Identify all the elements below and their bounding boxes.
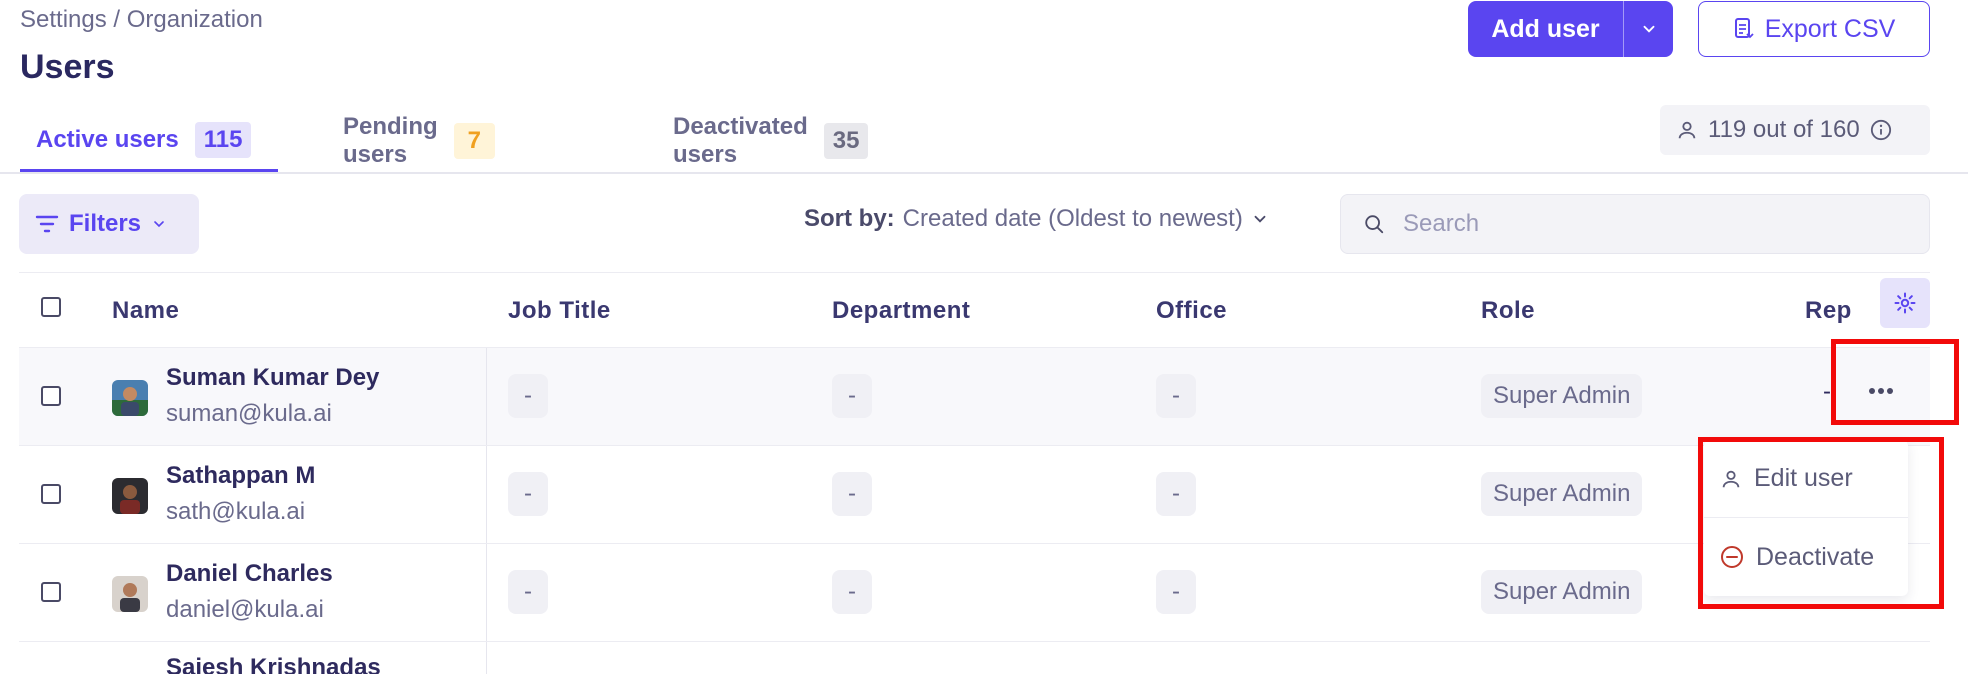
department-cell: - xyxy=(832,570,872,614)
tab-label: Pending users xyxy=(343,113,438,168)
filters-button[interactable]: Filters xyxy=(19,194,199,254)
avatar xyxy=(112,576,148,612)
column-divider xyxy=(486,348,487,445)
sort-value: Created date (Oldest to newest) xyxy=(902,205,1243,232)
filters-label: Filters xyxy=(69,210,142,237)
table-row[interactable]: Suman Kumar Dey suman@kula.ai - - - Supe… xyxy=(19,348,1930,446)
tab-count-badge: 35 xyxy=(823,123,869,159)
users-page: Settings / Organization Users Add user E… xyxy=(0,0,1968,674)
office-cell: - xyxy=(1156,472,1196,516)
department-cell: - xyxy=(832,472,872,516)
tab-label: Active users xyxy=(36,125,179,153)
row-checkbox[interactable] xyxy=(41,484,61,504)
chevron-down-icon xyxy=(154,221,164,228)
export-csv-label: Export CSV xyxy=(1764,14,1896,43)
column-divider xyxy=(486,544,487,641)
avatar xyxy=(112,380,148,416)
gear-icon xyxy=(1894,292,1916,314)
office-cell: - xyxy=(1156,570,1196,614)
user-name[interactable]: Daniel Charles xyxy=(166,560,333,588)
select-all-checkbox[interactable] xyxy=(41,297,61,317)
export-csv-button[interactable]: Export CSV xyxy=(1698,1,1930,57)
search-input[interactable] xyxy=(1403,210,1843,238)
sort-dropdown[interactable]: Sort by: Created date (Oldest to newest) xyxy=(804,205,1269,233)
tab-pending-users[interactable]: Pending users 7 xyxy=(343,110,496,172)
seat-usage-text: 119 out of 160 xyxy=(1708,116,1860,143)
column-header-job-title[interactable]: Job Title xyxy=(508,297,611,325)
rep-cell: - xyxy=(1823,378,1831,405)
sort-label: Sort by: xyxy=(804,205,895,232)
seat-usage-badge: 119 out of 160 xyxy=(1660,105,1930,155)
tab-count-badge: 115 xyxy=(194,121,252,158)
breadcrumb[interactable]: Settings / Organization xyxy=(20,6,263,34)
office-cell: - xyxy=(1156,374,1196,418)
column-divider xyxy=(486,446,487,543)
user-email: sath@kula.ai xyxy=(166,498,306,525)
column-settings-button[interactable] xyxy=(1880,278,1930,328)
user-name[interactable]: Sathappan M xyxy=(166,462,315,490)
user-icon xyxy=(1678,121,1696,139)
tab-deactivated-users[interactable]: Deactivated users 35 xyxy=(673,110,869,172)
role-badge: Super Admin xyxy=(1481,570,1643,614)
column-header-department[interactable]: Department xyxy=(832,297,970,325)
column-header-role[interactable]: Role xyxy=(1481,297,1535,325)
job-title-cell: - xyxy=(508,570,548,614)
page-title: Users xyxy=(20,48,115,86)
tabs-divider xyxy=(0,172,1968,174)
user-name[interactable]: Suman Kumar Dey xyxy=(166,364,379,392)
column-divider xyxy=(486,642,487,674)
tab-label: Deactivated users xyxy=(673,113,808,168)
role-badge: Super Admin xyxy=(1481,374,1643,418)
column-header-office[interactable]: Office xyxy=(1156,297,1227,325)
users-table: Name Job Title Department Office Role Re… xyxy=(19,272,1930,674)
highlight-box-row-actions xyxy=(1831,339,1959,425)
document-export-icon xyxy=(1734,18,1754,39)
chevron-down-icon xyxy=(1254,215,1266,223)
add-user-button[interactable]: Add user xyxy=(1468,1,1623,57)
department-cell: - xyxy=(832,374,872,418)
table-header: Name Job Title Department Office Role Re… xyxy=(19,272,1930,348)
add-user-dropdown-button[interactable] xyxy=(1623,1,1673,57)
chevron-down-icon xyxy=(1643,25,1654,33)
row-checkbox[interactable] xyxy=(41,582,61,602)
tab-active-users[interactable]: Active users 115 xyxy=(20,110,278,172)
table-row[interactable]: Daniel Charles daniel@kula.ai - - - Supe… xyxy=(19,544,1930,642)
role-badge: Super Admin xyxy=(1481,472,1643,516)
search-icon xyxy=(1365,215,1384,234)
user-name[interactable]: Sajesh Krishnadas xyxy=(166,654,381,674)
add-user-split-button: Add user xyxy=(1468,1,1673,57)
table-row[interactable]: Sathappan M sath@kula.ai - - - Super Adm… xyxy=(19,446,1930,544)
column-header-name[interactable]: Name xyxy=(112,297,179,325)
info-icon[interactable] xyxy=(1870,119,1892,141)
filter-icon xyxy=(35,215,59,233)
user-email: suman@kula.ai xyxy=(166,400,332,427)
user-email: daniel@kula.ai xyxy=(166,596,324,623)
highlight-box-actions-menu xyxy=(1698,437,1944,609)
search-box xyxy=(1340,194,1930,254)
column-header-rep[interactable]: Rep xyxy=(1805,297,1861,325)
job-title-cell: - xyxy=(508,374,548,418)
avatar xyxy=(112,478,148,514)
tab-count-badge: 7 xyxy=(453,123,496,159)
row-checkbox[interactable] xyxy=(41,386,61,406)
job-title-cell: - xyxy=(508,472,548,516)
table-row[interactable]: Sajesh Krishnadas xyxy=(19,642,1930,674)
